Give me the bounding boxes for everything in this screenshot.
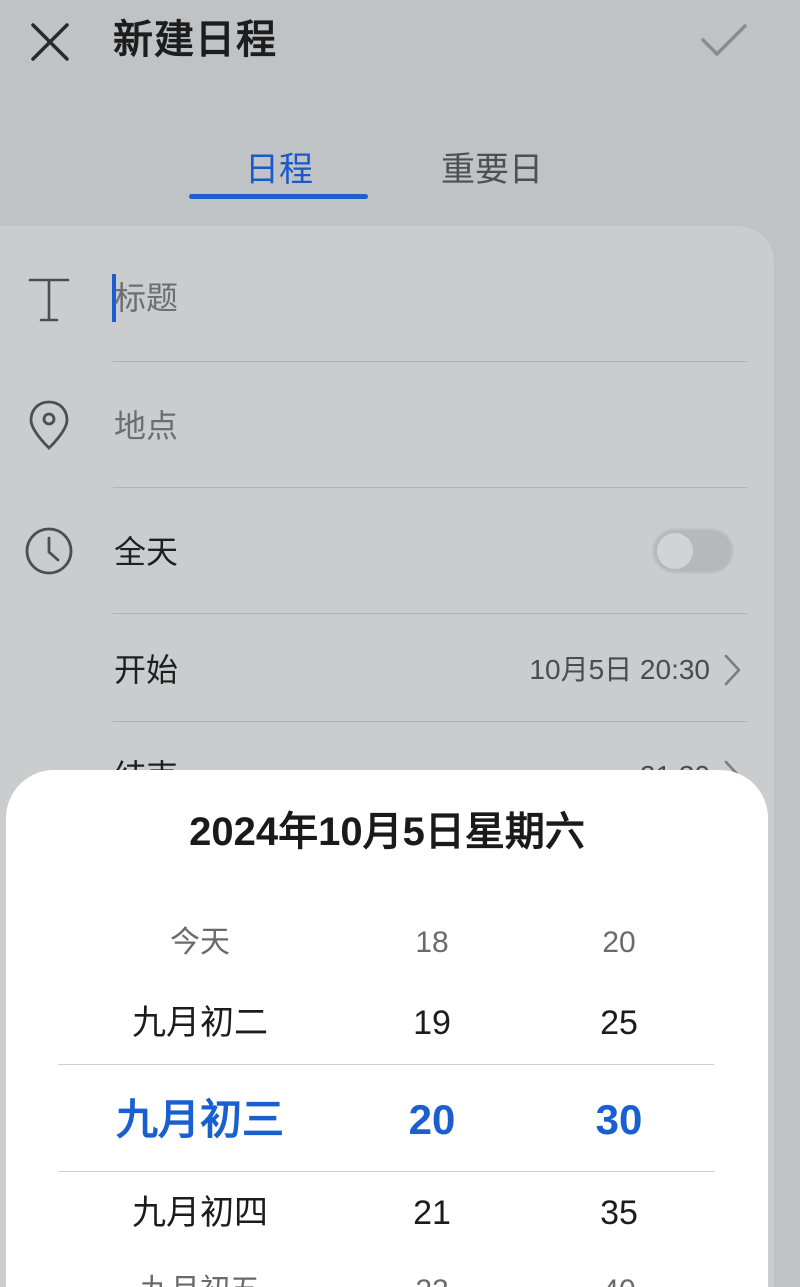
date-option[interactable]: 九月初四: [100, 1188, 300, 1238]
start-row[interactable]: 开始 10月5日 20:30: [0, 626, 774, 714]
hour-option-selected[interactable]: 20: [382, 1090, 482, 1150]
hour-option[interactable]: 19: [382, 998, 482, 1048]
date-wheel[interactable]: 今天 九月初二 九月初三 九月初四 九月初五: [100, 770, 300, 1287]
datetime-picker-sheet: 2024年10月5日星期六 今天 九月初二 九月初三 九月初四 九月初五 18 …: [6, 770, 768, 1287]
start-label: 开始: [114, 651, 179, 689]
divider: [113, 721, 747, 722]
divider: [113, 613, 747, 614]
tab-important-day[interactable]: 重要日: [402, 140, 582, 200]
close-button[interactable]: [22, 14, 78, 70]
title-row[interactable]: 标题: [0, 264, 774, 354]
top-bar: 新建日程: [0, 0, 800, 90]
location-input[interactable]: 地点: [114, 404, 178, 448]
location-row[interactable]: 地点: [0, 386, 774, 482]
check-icon: [701, 24, 747, 56]
date-option[interactable]: 今天: [100, 920, 300, 966]
location-pin-icon: [24, 400, 74, 450]
all-day-label: 全天: [114, 533, 179, 571]
text-icon: [24, 274, 74, 324]
tab-indicator: [189, 194, 368, 199]
minute-option[interactable]: 35: [569, 1188, 669, 1238]
hour-option[interactable]: 18: [382, 920, 482, 966]
date-option[interactable]: 九月初二: [100, 998, 300, 1048]
hour-option[interactable]: 21: [382, 1188, 482, 1238]
date-option[interactable]: 九月初五: [100, 1268, 300, 1287]
all-day-row: 全天: [0, 512, 774, 608]
date-option-selected[interactable]: 九月初三: [100, 1090, 300, 1150]
close-icon: [31, 23, 69, 61]
tab-schedule[interactable]: 日程: [190, 140, 368, 200]
hour-option[interactable]: 22: [382, 1268, 482, 1287]
confirm-button[interactable]: [694, 12, 754, 68]
tab-bar: 日程 重要日: [0, 130, 800, 210]
minute-option-selected[interactable]: 30: [569, 1090, 669, 1150]
hour-wheel[interactable]: 18 19 20 21 22: [382, 770, 482, 1287]
toggle-knob: [657, 533, 693, 569]
minute-option[interactable]: 40: [569, 1268, 669, 1287]
datetime-wheel: 今天 九月初二 九月初三 九月初四 九月初五 18 19 20 21 22 20…: [6, 770, 768, 1287]
minute-option[interactable]: 20: [569, 920, 669, 966]
chevron-right-icon: [724, 654, 741, 686]
minute-wheel[interactable]: 20 25 30 35 40: [569, 770, 669, 1287]
clock-icon: [24, 526, 74, 576]
title-input[interactable]: 标题: [114, 276, 178, 320]
divider: [113, 361, 747, 362]
divider: [113, 487, 747, 488]
start-value: 10月5日 20:30: [529, 654, 710, 685]
page-title: 新建日程: [113, 17, 277, 63]
all-day-toggle[interactable]: [652, 528, 734, 574]
minute-option[interactable]: 25: [569, 998, 669, 1048]
